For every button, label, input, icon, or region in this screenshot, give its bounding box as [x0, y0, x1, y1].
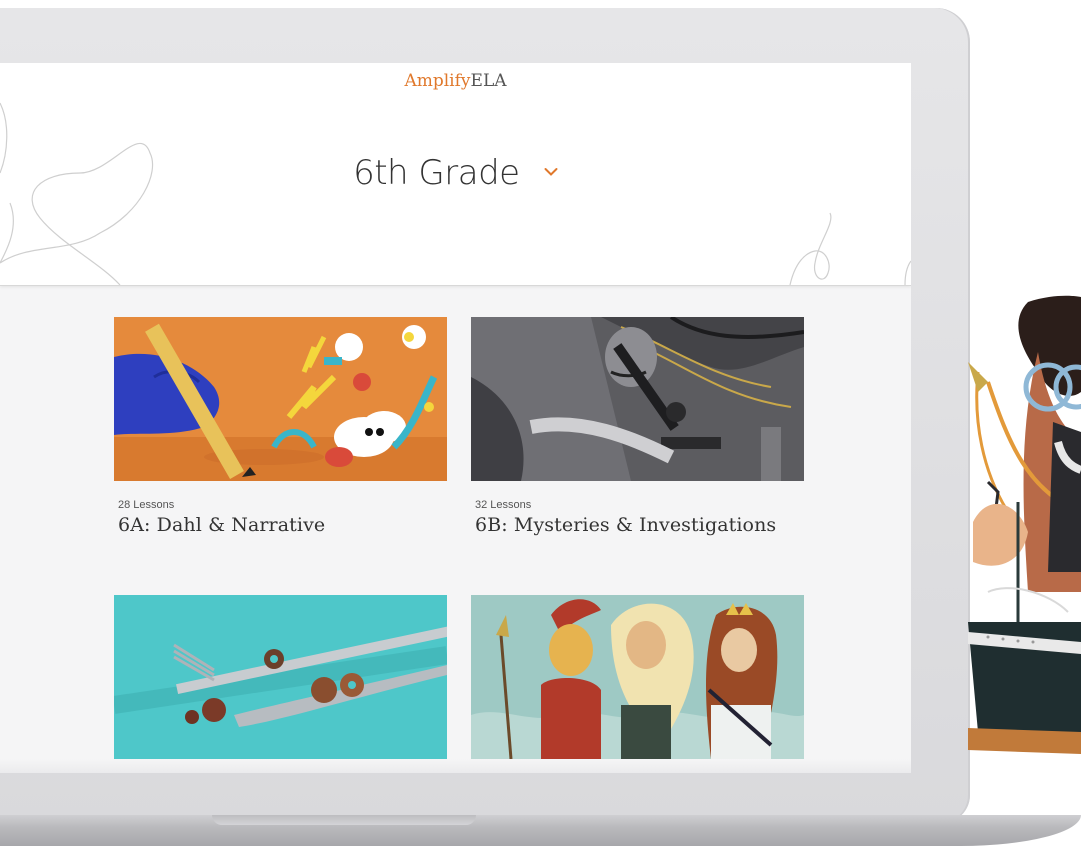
brand-logo[interactable]: AmplifyELA [0, 71, 911, 91]
detective-microscope-illustration [471, 317, 804, 481]
grade-selector[interactable]: 6th Grade [0, 153, 911, 193]
brand-product-text: ELA [470, 71, 507, 91]
side-character-illustration [968, 295, 1081, 754]
greek-gods-illustration [471, 595, 804, 759]
unit-title[interactable]: 6A: Dahl & Narrative [114, 514, 447, 536]
grade-selector-label: 6th Grade [353, 153, 520, 193]
laptop-notch [212, 815, 476, 825]
screen-bottom-fade [0, 759, 911, 773]
unit-lesson-count: 28 Lessons [118, 499, 175, 511]
laptop-base [0, 815, 1081, 846]
app-screen: AmplifyELA 6th Grade 28 Lessons 6A: Dahl… [0, 63, 911, 773]
unit-thumbnail[interactable] [471, 595, 804, 759]
dahl-illustration [114, 317, 447, 481]
unit-thumbnail[interactable] [114, 595, 447, 759]
brand-accent-text: Amplify [404, 71, 471, 91]
fork-knife-photo [114, 595, 447, 759]
unit-card-6c[interactable] [114, 595, 447, 759]
unit-card-6a[interactable]: 28 Lessons 6A: Dahl & Narrative [114, 317, 447, 536]
page-header: AmplifyELA 6th Grade [0, 63, 911, 286]
unit-thumbnail[interactable] [114, 317, 447, 481]
unit-card-6d[interactable] [471, 595, 804, 759]
unit-lesson-count: 32 Lessons [475, 499, 532, 511]
unit-thumbnail[interactable] [471, 317, 804, 481]
unit-card-6b[interactable]: 32 Lessons 6B: Mysteries & Investigation… [471, 317, 804, 536]
chevron-down-icon [544, 167, 558, 176]
unit-title[interactable]: 6B: Mysteries & Investigations [471, 514, 804, 536]
